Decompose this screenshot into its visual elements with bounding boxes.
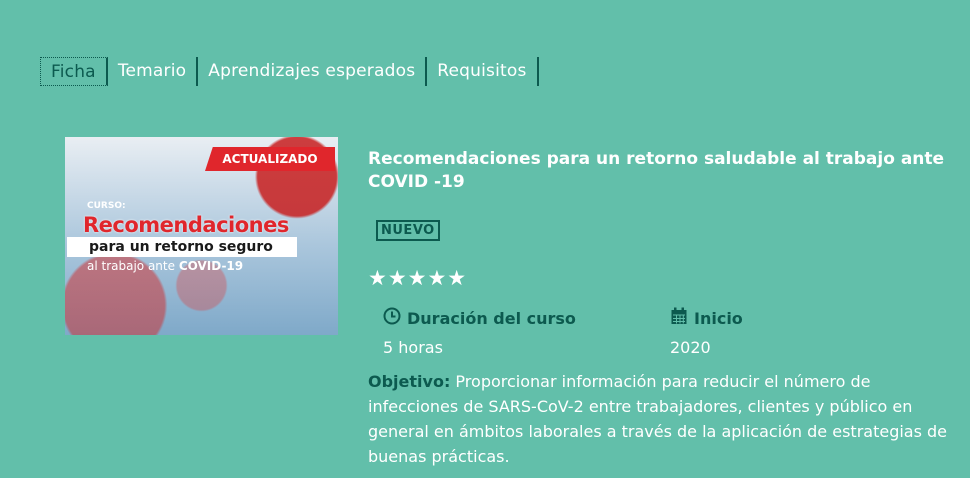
new-badge: NUEVO — [376, 220, 440, 241]
clock-icon — [383, 307, 401, 329]
tab-requisitos[interactable]: Requisitos — [427, 57, 539, 86]
start-block: Inicio 2020 — [670, 307, 743, 357]
tab-temario[interactable]: Temario — [108, 57, 199, 86]
thumbnail-line2: para un retorno seguro — [67, 237, 297, 257]
duration-block: Duración del curso 5 horas — [383, 307, 576, 357]
tab-ficha[interactable]: Ficha — [40, 57, 108, 86]
course-tabs: Ficha Temario Aprendizajes esperados Req… — [40, 57, 539, 86]
objective-text: Proporcionar información para reducir el… — [368, 372, 948, 466]
course-objective: Objetivo: Proporcionar información para … — [368, 369, 948, 469]
start-label: Inicio — [694, 308, 743, 328]
course-title: Recomendaciones para un retorno saludabl… — [368, 149, 945, 192]
thumbnail-line3-bold: COVID-19 — [178, 259, 244, 273]
calendar-icon — [670, 307, 688, 329]
updated-badge: ACTUALIZADO — [205, 147, 335, 171]
thumbnail-headline: Recomendaciones — [83, 213, 289, 237]
thumbnail-kicker: CURSO: — [87, 201, 126, 211]
thumbnail-line3-prefix: al trabajo ante — [87, 259, 179, 273]
rating-stars: ★★★★★ — [368, 266, 468, 290]
objective-label: Objetivo: — [368, 372, 451, 391]
start-value: 2020 — [670, 338, 711, 357]
course-thumbnail: ACTUALIZADO CURSO: Recomendaciones para … — [65, 137, 338, 335]
duration-label: Duración del curso — [407, 308, 576, 328]
start-label-row: Inicio — [670, 307, 743, 329]
duration-value: 5 horas — [383, 338, 443, 357]
tab-aprendizajes[interactable]: Aprendizajes esperados — [198, 57, 428, 86]
thumbnail-line3: al trabajo ante COVID-19 — [87, 259, 243, 273]
duration-label-row: Duración del curso — [383, 307, 576, 329]
